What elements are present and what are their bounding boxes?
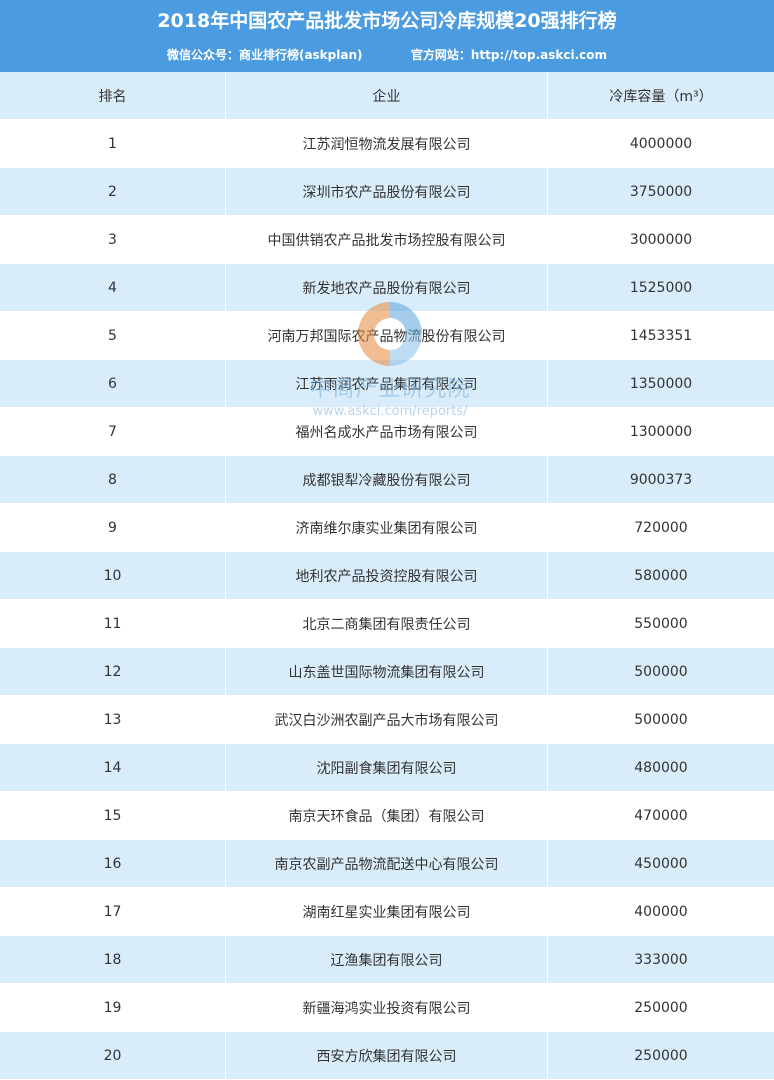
rank-cell: 2 xyxy=(0,168,226,215)
capacity-cell: 480000 xyxy=(634,759,688,776)
rank-cell: 20 xyxy=(0,1032,226,1079)
company-cell: 沈阳副食集团有限公司 xyxy=(226,744,548,791)
table-row: 20 西安方欣集团有限公司 250000 xyxy=(0,1032,774,1080)
page-title: 2018年中国农产品批发市场公司冷库规模20强排行榜 xyxy=(157,10,617,32)
company-cell: 西安方欣集团有限公司 xyxy=(226,1032,548,1079)
table-row: 15 南京天环食品（集团）有限公司 470000 xyxy=(0,792,774,840)
rank-cell: 17 xyxy=(0,888,226,935)
table-header-row: 排名 企业 冷库容量（m³） xyxy=(0,72,774,120)
capacity-cell: 450000 xyxy=(634,855,688,872)
column-header-rank: 排名 xyxy=(0,72,226,119)
capacity-cell: 3750000 xyxy=(629,183,693,200)
capacity-cell: 333000 xyxy=(634,951,688,968)
capacity-cell: 720000 xyxy=(634,519,688,536)
rank-cell: 14 xyxy=(0,744,226,791)
company-cell: 南京天环食品（集团）有限公司 xyxy=(226,792,548,839)
capacity-cell: 1300000 xyxy=(629,423,693,440)
table-row: 2 深圳市农产品股份有限公司 3750000 xyxy=(0,168,774,216)
company-cell: 地利农产品投资控股有限公司 xyxy=(226,552,548,599)
table-row: 18 辽渔集团有限公司 333000 xyxy=(0,936,774,984)
capacity-cell: 1453351 xyxy=(629,327,693,344)
capacity-cell: 500000 xyxy=(634,663,688,680)
company-cell: 南京农副产品物流配送中心有限公司 xyxy=(226,840,548,887)
rank-cell: 15 xyxy=(0,792,226,839)
company-cell: 中国供销农产品批发市场控股有限公司 xyxy=(226,216,548,263)
company-cell: 成都银犁冷藏股份有限公司 xyxy=(226,456,548,503)
table-row: 5 河南万邦国际农产品物流股份有限公司 1453351 xyxy=(0,312,774,360)
table-row: 6 江苏雨润农产品集团有限公司 1350000 xyxy=(0,360,774,408)
company-cell: 江苏润恒物流发展有限公司 xyxy=(226,120,548,167)
capacity-cell: 4000000 xyxy=(629,135,693,152)
table-row: 1 江苏润恒物流发展有限公司 4000000 xyxy=(0,120,774,168)
rank-cell: 13 xyxy=(0,696,226,743)
column-header-company: 企业 xyxy=(226,72,548,119)
capacity-cell: 250000 xyxy=(634,1047,688,1064)
table-row: 17 湖南红星实业集团有限公司 400000 xyxy=(0,888,774,936)
wechat-account: 微信公众号：商业排行榜(askplan) xyxy=(166,48,363,62)
table-row: 4 新发地农产品股份有限公司 1525000 xyxy=(0,264,774,312)
capacity-cell: 1350000 xyxy=(629,375,693,392)
rank-cell: 10 xyxy=(0,552,226,599)
company-cell: 新疆海鸿实业投资有限公司 xyxy=(226,984,548,1031)
rank-cell: 1 xyxy=(0,120,226,167)
table-row: 11 北京二商集团有限责任公司 550000 xyxy=(0,600,774,648)
table-row: 16 南京农副产品物流配送中心有限公司 450000 xyxy=(0,840,774,888)
company-cell: 福州名成水产品市场有限公司 xyxy=(226,408,548,455)
rank-cell: 12 xyxy=(0,648,226,695)
table-row: 13 武汉白沙洲农副产品大市场有限公司 500000 xyxy=(0,696,774,744)
company-cell: 深圳市农产品股份有限公司 xyxy=(226,168,548,215)
page-header: 2018年中国农产品批发市场公司冷库规模20强排行榜 微信公众号：商业排行榜(a… xyxy=(0,0,774,72)
company-cell: 辽渔集团有限公司 xyxy=(226,936,548,983)
company-cell: 湖南红星实业集团有限公司 xyxy=(226,888,548,935)
rank-cell: 8 xyxy=(0,456,226,503)
table-row: 3 中国供销农产品批发市场控股有限公司 3000000 xyxy=(0,216,774,264)
capacity-cell: 250000 xyxy=(634,999,688,1016)
table-row: 7 福州名成水产品市场有限公司 1300000 xyxy=(0,408,774,456)
company-cell: 江苏雨润农产品集团有限公司 xyxy=(226,360,548,407)
rank-cell: 3 xyxy=(0,216,226,263)
column-header-capacity: 冷库容量（m³） xyxy=(609,88,713,105)
rank-cell: 11 xyxy=(0,600,226,647)
company-cell: 新发地农产品股份有限公司 xyxy=(226,264,548,311)
page-subtitle: 微信公众号：商业排行榜(askplan) 官方网站：http://top.ask… xyxy=(0,46,774,64)
table-row: 19 新疆海鸿实业投资有限公司 250000 xyxy=(0,984,774,1032)
capacity-cell: 9000373 xyxy=(629,471,693,488)
company-cell: 北京二商集团有限责任公司 xyxy=(226,600,548,647)
rank-cell: 9 xyxy=(0,504,226,551)
table-row: 14 沈阳副食集团有限公司 480000 xyxy=(0,744,774,792)
table-row: 8 成都银犁冷藏股份有限公司 9000373 xyxy=(0,456,774,504)
capacity-cell: 550000 xyxy=(634,615,688,632)
company-cell: 济南维尔康实业集团有限公司 xyxy=(226,504,548,551)
company-cell: 河南万邦国际农产品物流股份有限公司 xyxy=(226,312,548,359)
official-website[interactable]: 官方网站：http://top.askci.com xyxy=(411,48,607,62)
capacity-cell: 1525000 xyxy=(629,279,693,296)
rank-cell: 7 xyxy=(0,408,226,455)
company-cell: 武汉白沙洲农副产品大市场有限公司 xyxy=(226,696,548,743)
rank-cell: 16 xyxy=(0,840,226,887)
capacity-cell: 580000 xyxy=(634,567,688,584)
table-row: 10 地利农产品投资控股有限公司 580000 xyxy=(0,552,774,600)
table-row: 9 济南维尔康实业集团有限公司 720000 xyxy=(0,504,774,552)
rank-cell: 5 xyxy=(0,312,226,359)
rank-cell: 4 xyxy=(0,264,226,311)
capacity-cell: 500000 xyxy=(634,711,688,728)
company-cell: 山东盖世国际物流集团有限公司 xyxy=(226,648,548,695)
capacity-cell: 400000 xyxy=(634,903,688,920)
rank-cell: 6 xyxy=(0,360,226,407)
rank-cell: 19 xyxy=(0,984,226,1031)
capacity-cell: 470000 xyxy=(634,807,688,824)
table-row: 12 山东盖世国际物流集团有限公司 500000 xyxy=(0,648,774,696)
capacity-cell: 3000000 xyxy=(629,231,693,248)
ranking-table: 排名 企业 冷库容量（m³） 1 江苏润恒物流发展有限公司 4000000 2 深圳市农… xyxy=(0,72,774,1080)
rank-cell: 18 xyxy=(0,936,226,983)
